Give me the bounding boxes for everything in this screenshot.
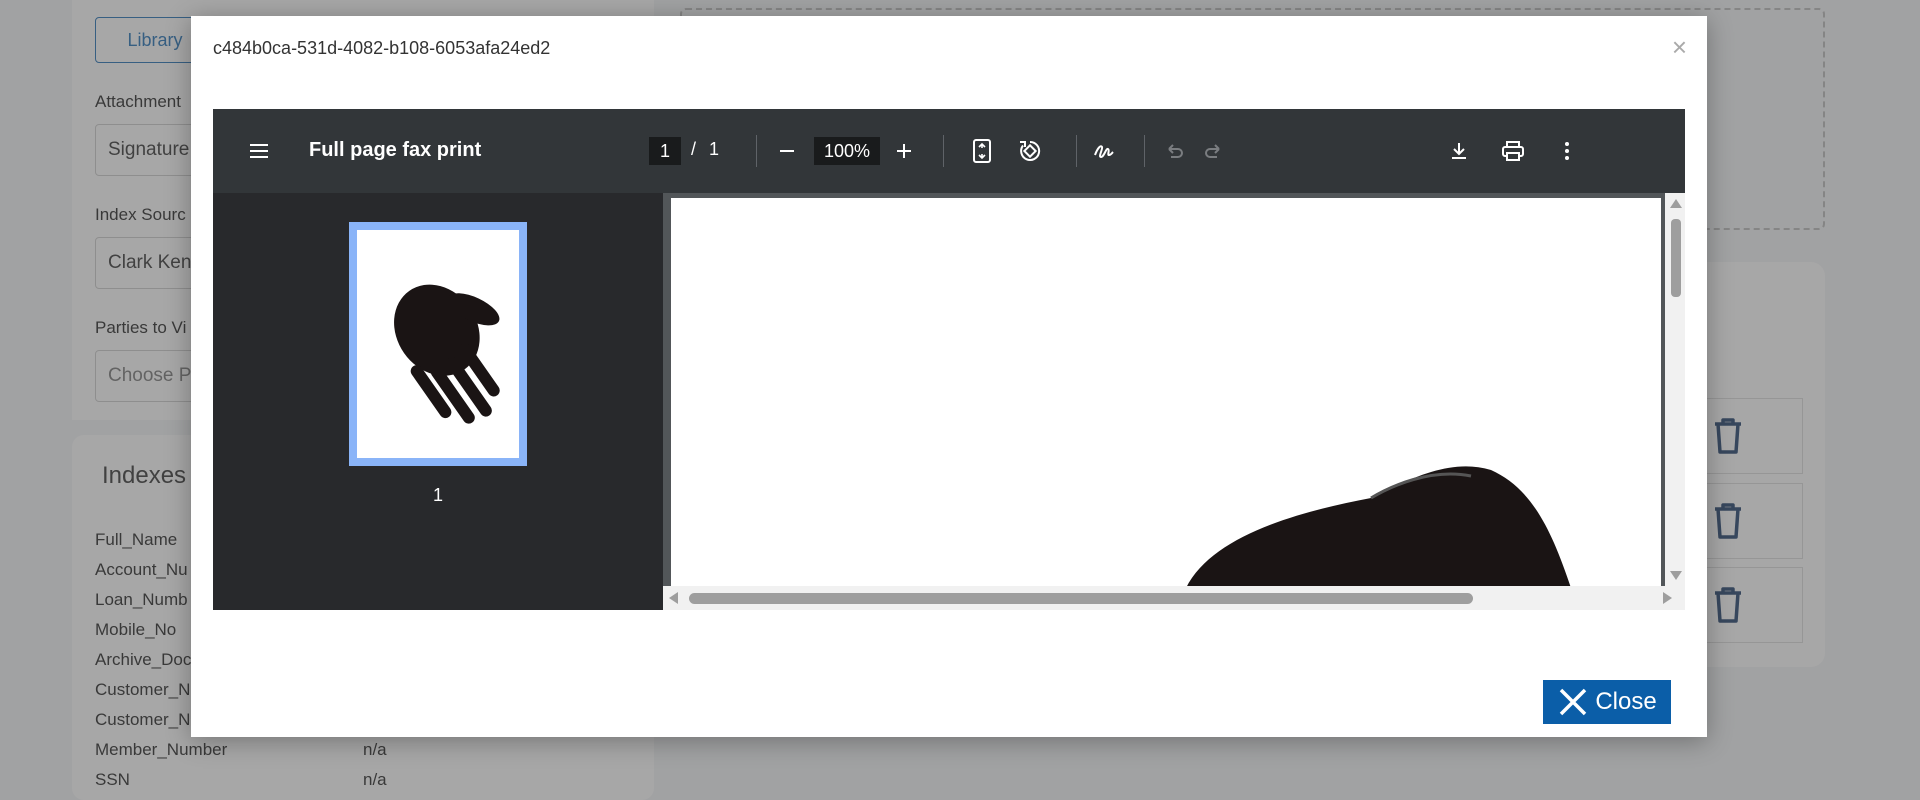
- page-separator: /: [691, 139, 697, 159]
- document-canvas[interactable]: [663, 193, 1685, 610]
- toolbar-divider: [1144, 135, 1145, 167]
- fit-page-icon[interactable]: [968, 137, 996, 165]
- download-icon[interactable]: [1445, 137, 1473, 165]
- close-button[interactable]: Close: [1543, 680, 1671, 724]
- document-preview-modal: c484b0ca-531d-4082-b108-6053afa24ed2 × F…: [191, 16, 1707, 737]
- scroll-down-icon[interactable]: [1670, 571, 1682, 580]
- close-button-label: Close: [1595, 688, 1657, 715]
- scroll-left-icon[interactable]: [669, 592, 678, 604]
- toolbar-divider: [1076, 135, 1077, 167]
- zoom-input[interactable]: 100%: [814, 137, 880, 165]
- document-page: [671, 198, 1661, 588]
- undo-icon[interactable]: [1160, 137, 1188, 165]
- redo-icon[interactable]: [1200, 137, 1228, 165]
- toolbar-divider: [756, 135, 757, 167]
- close-icon[interactable]: ×: [1672, 32, 1687, 63]
- vertical-scrollbar[interactable]: [1665, 193, 1685, 586]
- page-thumbnail[interactable]: [349, 222, 527, 466]
- scroll-up-icon[interactable]: [1670, 199, 1682, 208]
- thumbnail-page-number: 1: [432, 485, 443, 505]
- modal-title: c484b0ca-531d-4082-b108-6053afa24ed2: [213, 38, 551, 58]
- thumbnail-page: [357, 230, 519, 458]
- scroll-right-icon[interactable]: [1663, 592, 1672, 604]
- pdf-toolbar: Full page fax print 1 / 1 100%: [213, 109, 1685, 193]
- toolbar-divider: [943, 135, 944, 167]
- close-icon: [1560, 688, 1587, 716]
- horizontal-scroll-thumb[interactable]: [689, 593, 1473, 604]
- vertical-scroll-thumb[interactable]: [1671, 219, 1681, 297]
- menu-icon[interactable]: [247, 139, 271, 163]
- page-total: 1: [709, 139, 720, 159]
- more-options-icon[interactable]: [1553, 137, 1581, 165]
- handprint-image: [394, 284, 500, 424]
- document-title: Full page fax print: [309, 139, 482, 161]
- thumbnail-sidebar: 1: [213, 193, 663, 610]
- annotate-icon[interactable]: [1090, 137, 1118, 165]
- print-icon[interactable]: [1499, 137, 1527, 165]
- horizontal-scrollbar[interactable]: [663, 586, 1685, 610]
- zoom-out-icon[interactable]: [773, 137, 801, 165]
- handprint-image: [1186, 466, 1571, 588]
- rotate-icon[interactable]: [1016, 137, 1044, 165]
- zoom-in-icon[interactable]: [890, 137, 918, 165]
- pdf-viewer: Full page fax print 1 / 1 100% 1: [213, 109, 1685, 610]
- page-number-input[interactable]: 1: [649, 137, 681, 165]
